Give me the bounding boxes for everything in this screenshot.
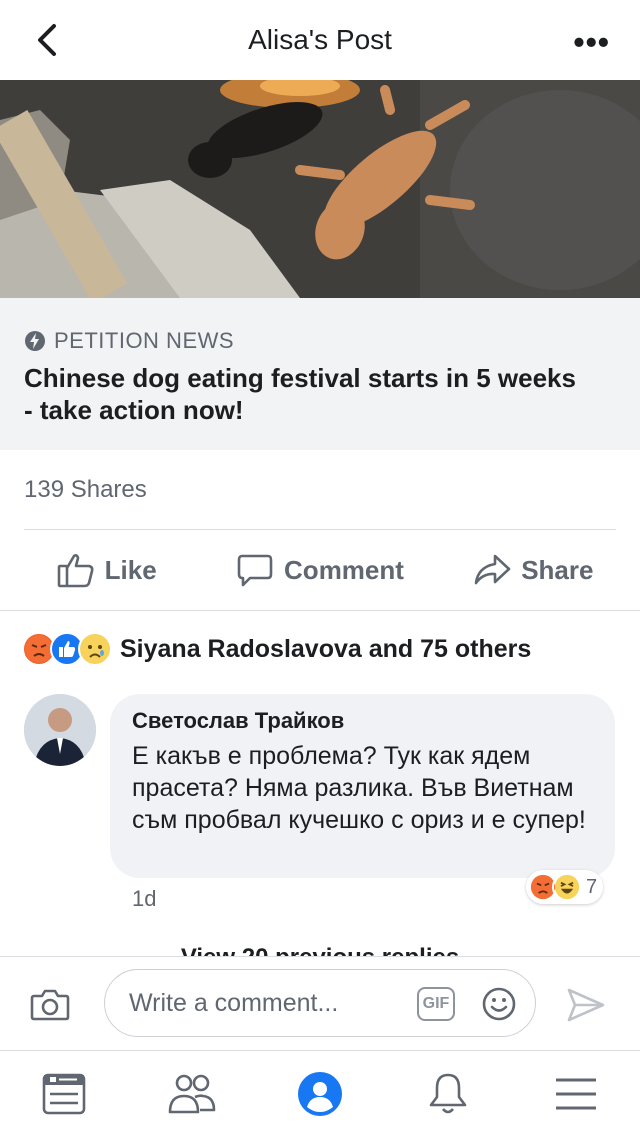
- comment-reactions[interactable]: 7: [526, 870, 604, 904]
- like-label: Like: [104, 554, 157, 585]
- friends-icon: [168, 1074, 216, 1114]
- link-preview-box[interactable]: PETITION NEWS Chinese dog eating festiva…: [0, 298, 640, 450]
- share-arrow-icon: [474, 554, 511, 585]
- share-label: Share: [521, 554, 594, 585]
- divider: [0, 610, 640, 611]
- post-header: Alisa's Post •••: [0, 0, 640, 80]
- tab-friends[interactable]: [128, 1051, 256, 1137]
- comment-bubble[interactable]: Светослав Трайков Е какъв е проблема? Ту…: [110, 694, 615, 878]
- avatar[interactable]: [24, 694, 96, 766]
- comment-reaction-count: 7: [586, 875, 598, 898]
- comment-author[interactable]: Светослав Трайков: [132, 708, 593, 734]
- thumbs-up-icon: [57, 554, 94, 588]
- news-feed-icon: [42, 1073, 86, 1115]
- tab-profile[interactable]: [256, 1051, 384, 1137]
- reactors-label: Siyana Radoslavova and 75 others: [120, 634, 532, 663]
- haha-reaction-icon: [552, 872, 582, 902]
- action-bar: Like Comment Share: [0, 530, 640, 610]
- profile-icon: [298, 1072, 342, 1116]
- page-title: Alisa's Post: [248, 24, 392, 55]
- comment-composer: Write a comment... GIF: [0, 956, 640, 1050]
- link-headline[interactable]: Chinese dog eating festival starts in 5 …: [24, 362, 584, 426]
- tab-notifications[interactable]: [384, 1051, 512, 1137]
- notifications-icon: [429, 1073, 467, 1114]
- link-preview-image[interactable]: [0, 80, 640, 298]
- share-button[interactable]: Share: [427, 530, 640, 610]
- dogs-photo: [0, 80, 640, 298]
- tab-menu[interactable]: [512, 1051, 640, 1137]
- gif-button[interactable]: GIF: [417, 987, 455, 1021]
- more-options-icon[interactable]: •••: [573, 24, 610, 61]
- menu-icon: [556, 1078, 596, 1110]
- comment-bubble-icon: [237, 554, 273, 587]
- comment-input-placeholder: Write a comment...: [129, 989, 339, 1017]
- comment-label: Comment: [284, 554, 404, 585]
- link-source: PETITION NEWS: [24, 328, 234, 354]
- sad-reaction-icon: [78, 632, 112, 666]
- tab-news-feed[interactable]: [0, 1051, 128, 1137]
- comment-text: Е какъв е проблема? Тук как ядем прасета…: [132, 742, 586, 834]
- emoji-icon[interactable]: [481, 986, 517, 1022]
- reactions-summary[interactable]: Siyana Radoslavova and 75 others: [22, 632, 531, 666]
- shares-count[interactable]: 139 Shares: [24, 476, 147, 504]
- bottom-tab-bar: [0, 1050, 640, 1137]
- comment-input[interactable]: Write a comment... GIF: [104, 969, 536, 1037]
- comment-timestamp: 1d: [132, 886, 157, 911]
- comment-button[interactable]: Comment: [213, 530, 426, 610]
- camera-icon[interactable]: [30, 987, 70, 1021]
- like-button[interactable]: Like: [0, 530, 213, 610]
- link-source-label: PETITION NEWS: [54, 328, 235, 353]
- bolt-icon: [25, 331, 45, 351]
- send-icon[interactable]: [566, 987, 606, 1023]
